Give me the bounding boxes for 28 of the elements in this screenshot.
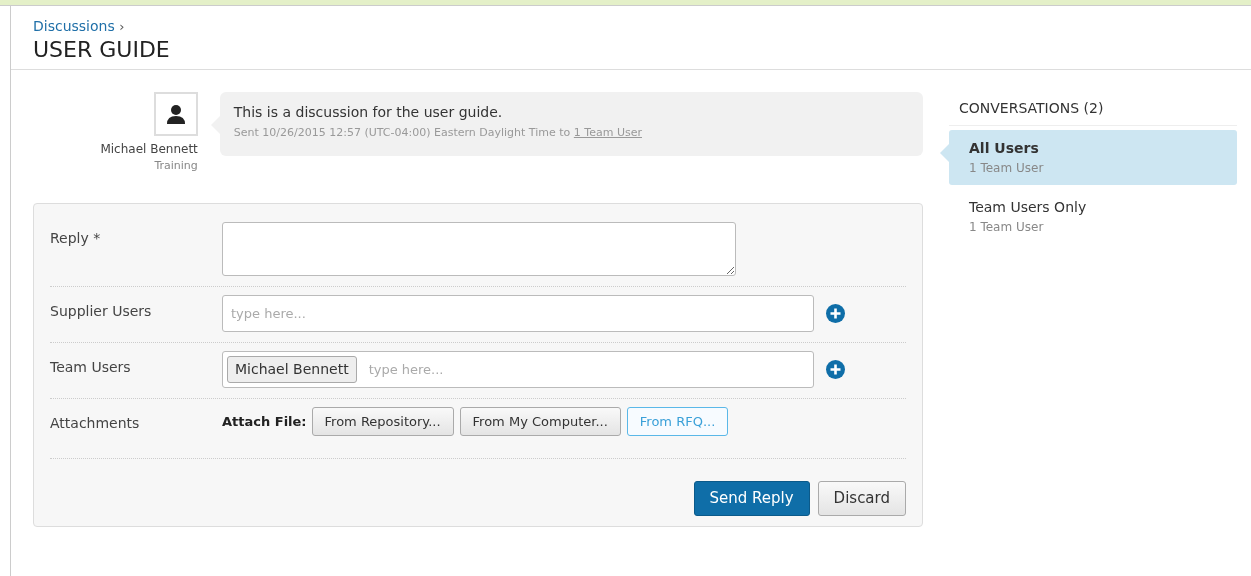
breadcrumb-link[interactable]: Discussions	[33, 18, 115, 34]
conversation-subtitle: 1 Team User	[969, 219, 1045, 237]
send-reply-button[interactable]: Send Reply	[693, 481, 810, 516]
breadcrumb-separator: ›	[119, 19, 125, 34]
add-icon[interactable]	[826, 359, 845, 379]
author-name: Michael Bennett	[100, 141, 198, 159]
avatar-silhouette-icon	[153, 92, 198, 137]
token-input-field[interactable]: type here...	[222, 294, 814, 332]
page-title: USER GUIDE	[33, 37, 171, 64]
attach-button[interactable]: From Repository...	[311, 406, 454, 437]
message-meta: Sent 10/26/2015 12:57 (UTC-04:00) Eastern Daylight Time to 1 Team User	[233, 125, 643, 142]
message-text: This is a discussion for the user guide.	[233, 103, 504, 123]
field-label: Team Users	[50, 357, 132, 377]
discard-button[interactable]: Discard	[817, 481, 906, 516]
conversation-item[interactable]: Team Users Only 1 Team User	[949, 189, 1237, 245]
attach-file-label: Attach File:	[222, 412, 307, 431]
conversation-name: Team Users Only	[969, 198, 1088, 218]
attach-button[interactable]: From My Computer...	[459, 406, 621, 437]
user-token[interactable]: Michael Bennett	[227, 355, 357, 383]
field-label: Reply *	[50, 228, 102, 248]
field-label: Supplier Users	[50, 301, 153, 321]
conversation-subtitle: 1 Team User	[969, 160, 1045, 178]
add-icon[interactable]	[826, 303, 845, 323]
token-input-field[interactable]: Michael Bennett type here...	[222, 350, 814, 388]
field-label: Attachments	[50, 413, 141, 433]
conversations-heading: CONVERSATIONS (2)	[949, 98, 1237, 127]
author-role: Training	[154, 158, 198, 175]
conversation-name: All Users	[969, 139, 1040, 159]
